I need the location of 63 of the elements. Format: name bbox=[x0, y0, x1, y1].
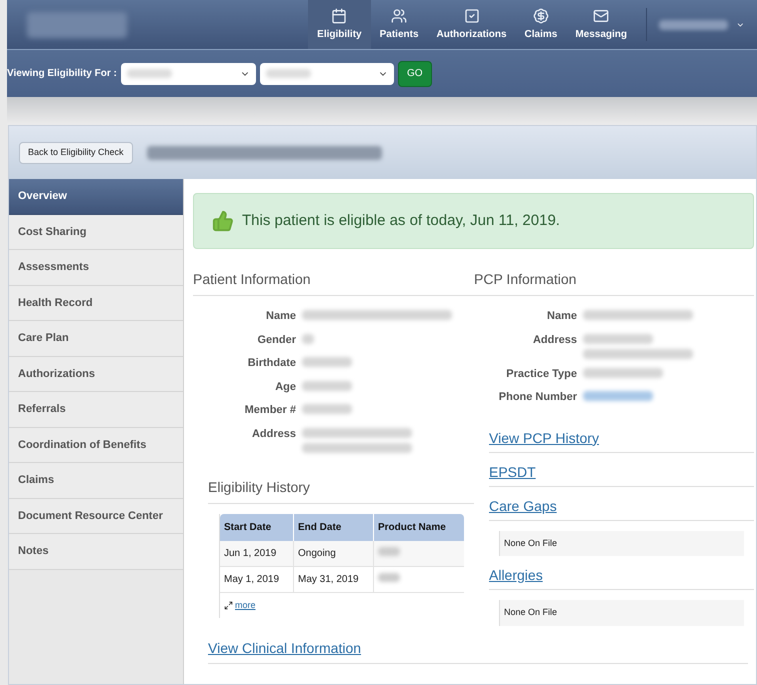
sidebar-item[interactable]: Assessments bbox=[9, 250, 183, 286]
field-label: Gender bbox=[256, 332, 296, 348]
people-icon bbox=[391, 8, 408, 24]
section-link[interactable]: View PCP History bbox=[489, 428, 754, 452]
redacted-text bbox=[302, 357, 352, 367]
empty-note: None On File bbox=[499, 530, 744, 556]
redacted-text bbox=[583, 391, 653, 401]
table-cell: May 31, 2019 bbox=[294, 566, 374, 592]
sidebar-item[interactable]: Claims bbox=[9, 463, 183, 498]
table-cell: Ongoing bbox=[294, 540, 374, 566]
redacted-text bbox=[302, 334, 314, 344]
sidebar-item[interactable]: Authorizations bbox=[9, 356, 183, 392]
table-cell: May 1, 2019 bbox=[220, 566, 294, 592]
field-label: Practice Type bbox=[505, 366, 577, 382]
dropdown[interactable] bbox=[260, 62, 394, 84]
redacted-text bbox=[302, 404, 352, 414]
thumbs-up-icon bbox=[212, 210, 234, 232]
sidebar-item[interactable]: Overview bbox=[9, 179, 183, 214]
sidebar-item[interactable]: Coordination of Benefits bbox=[9, 428, 183, 463]
redacted-text bbox=[583, 334, 653, 344]
clinical-link[interactable]: View Clinical Information bbox=[208, 638, 474, 659]
expand-icon bbox=[224, 600, 233, 610]
field-label: Phone Number bbox=[498, 390, 577, 405]
nav-tab[interactable]: Patients bbox=[370, 0, 428, 49]
nav-tab[interactable]: Messaging bbox=[566, 0, 636, 49]
checkbox-icon bbox=[464, 8, 480, 24]
filter-label: Viewing Eligibility For : bbox=[7, 67, 117, 81]
sidebar-item[interactable]: Referrals bbox=[9, 392, 183, 428]
dollar-icon bbox=[532, 8, 549, 24]
field-label: Member # bbox=[244, 403, 296, 418]
envelope-icon bbox=[593, 8, 610, 24]
nav-tab[interactable]: Claims bbox=[516, 0, 566, 49]
redacted-text bbox=[659, 20, 728, 30]
field-label: Address bbox=[532, 332, 577, 348]
field-label: Address bbox=[250, 426, 296, 442]
section-title: Patient Information bbox=[193, 269, 474, 296]
section-link[interactable]: EPSDT bbox=[489, 462, 754, 486]
calendar-icon bbox=[331, 8, 348, 24]
sidebar-item[interactable]: Care Plan bbox=[9, 321, 183, 356]
nav-tab[interactable]: Authorizations bbox=[428, 0, 516, 49]
section-title: Eligibility History bbox=[208, 476, 474, 504]
redacted-text bbox=[378, 572, 400, 582]
redacted-text bbox=[302, 380, 352, 390]
sidebar-item[interactable]: Notes bbox=[9, 534, 183, 570]
field-label: Birthdate bbox=[246, 356, 296, 371]
sidebar-item[interactable]: Cost Sharing bbox=[9, 214, 183, 250]
field-label: Age bbox=[274, 380, 296, 394]
section-link[interactable]: Care Gaps bbox=[489, 496, 754, 520]
field-label: Name bbox=[265, 309, 296, 324]
table-cell: Jun 1, 2019 bbox=[220, 540, 294, 566]
back-button[interactable]: Back to Eligibility Check bbox=[19, 142, 133, 164]
alert-text: This patient is eligible as of today, Jun 11, 2019. bbox=[242, 210, 560, 231]
field-label: Name bbox=[546, 309, 577, 324]
section-link[interactable]: Allergies bbox=[489, 565, 754, 590]
redacted-text bbox=[378, 546, 400, 556]
sidebar-item[interactable]: Document Resource Center bbox=[9, 498, 183, 534]
more-link[interactable]: more bbox=[235, 598, 256, 612]
go-button[interactable]: GO bbox=[398, 60, 432, 86]
dropdown[interactable] bbox=[121, 62, 256, 84]
section-title: PCP Information bbox=[474, 269, 754, 296]
empty-note: None On File bbox=[499, 600, 744, 626]
nav-tab[interactable]: Eligibility bbox=[308, 0, 371, 49]
sidebar-item[interactable]: Health Record bbox=[9, 286, 183, 321]
